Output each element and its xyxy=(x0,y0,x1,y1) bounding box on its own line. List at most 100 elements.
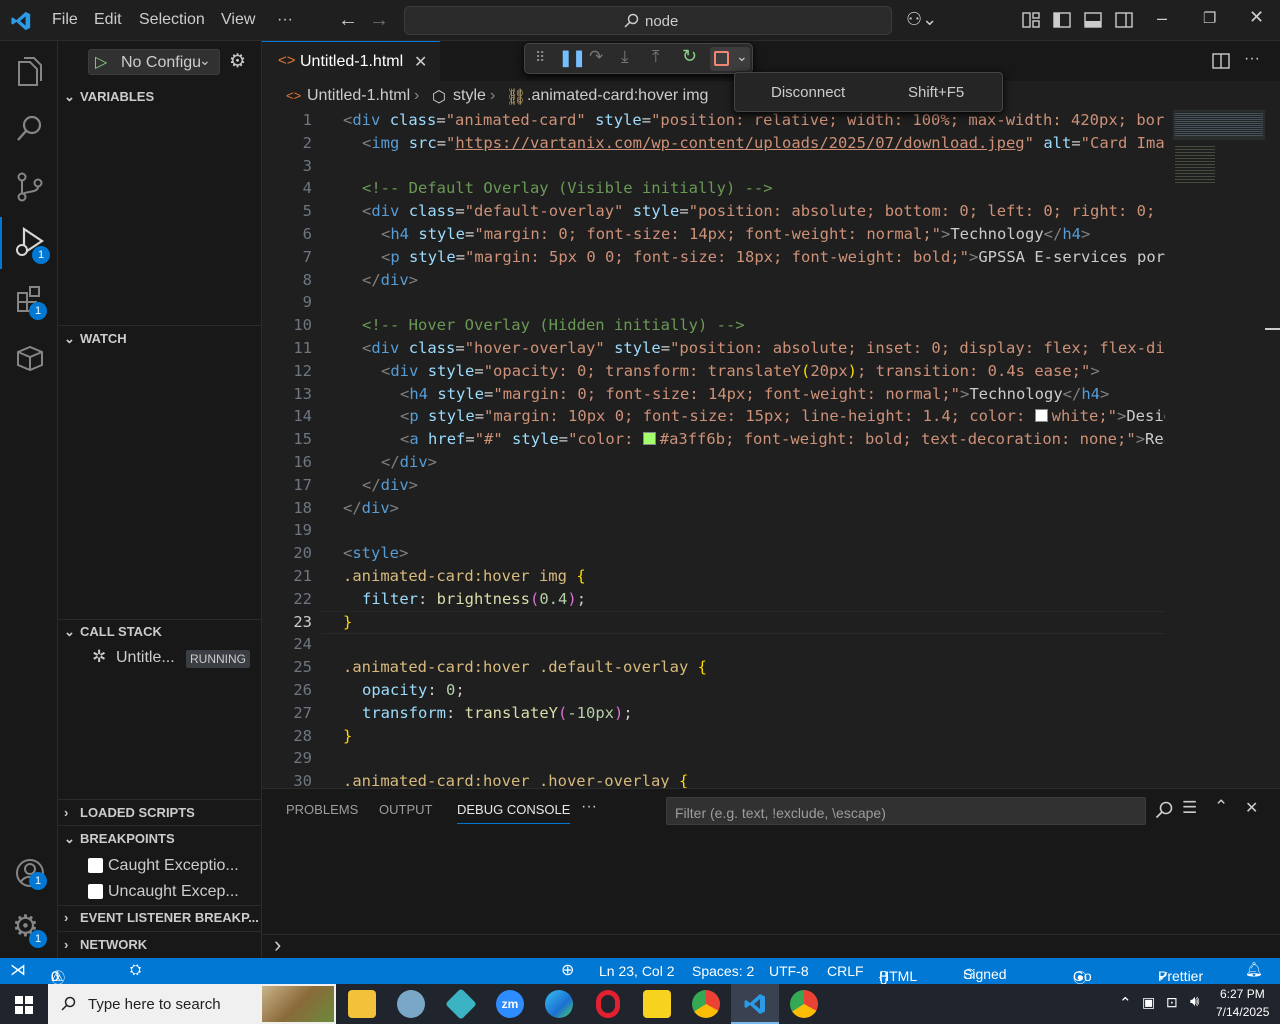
clear-console-icon[interactable]: ☰ xyxy=(1182,798,1197,818)
manage-gear-icon[interactable]: ⚙ 1 xyxy=(0,905,58,957)
start-debugging-icon[interactable]: ▷ xyxy=(95,52,107,72)
debug-sidebar: ▷ No Configu ⌄ ⚙ ⌄ VARIABLES ⌄ WATCH ⌄ CALL… xyxy=(58,41,262,958)
breadcrumb-selector[interactable]: .animated-card:hover img xyxy=(527,87,708,105)
restart-icon[interactable]: ↻ xyxy=(682,46,697,67)
run-debug-icon[interactable]: 1 xyxy=(0,217,58,269)
code-line-10: <!-- Hover Overlay (Hidden initially) --… xyxy=(362,316,745,334)
breakpoints-section-header[interactable]: ⌄ BREAKPOINTS xyxy=(64,831,175,847)
extensions-badge: 1 xyxy=(29,302,47,320)
accounts-icon[interactable]: 1 xyxy=(0,849,58,901)
network-icon[interactable]: ⊡ xyxy=(1166,994,1178,1011)
menu-edit[interactable]: Edit xyxy=(94,11,122,29)
close-tab-icon[interactable]: ✕ xyxy=(414,52,427,72)
zoom-app-icon[interactable]: zm xyxy=(496,990,524,1018)
split-editor-icon[interactable] xyxy=(1212,53,1230,69)
vscode-taskbar-button[interactable] xyxy=(731,984,779,1024)
variables-section-header[interactable]: ⌄ VARIABLES xyxy=(64,89,154,105)
drag-handle-icon[interactable]: ⠿ xyxy=(535,49,545,66)
code-editor[interactable]: 1 2 3 4 5 6 7 8 9 10 11 12 13 14 15 16 17 18 19 20 21 22 23 24 2… xyxy=(262,110,1165,788)
debug-console-filter-input[interactable]: Filter (e.g. text, !exclude, \escape) xyxy=(666,797,1146,825)
chrome-browser-icon[interactable] xyxy=(692,990,720,1018)
restore-icon[interactable]: ❐ xyxy=(1203,9,1216,27)
remote-explorer-icon[interactable] xyxy=(0,333,58,385)
debug-config-dropdown[interactable]: ▷ No Configu ⌄ xyxy=(88,49,220,75)
customize-layout-icon[interactable] xyxy=(1022,12,1040,28)
tab-output[interactable]: OUTPUT xyxy=(379,802,432,817)
disconnect-button[interactable]: ⌄ xyxy=(710,47,750,71)
more-actions-icon[interactable]: ··· xyxy=(1244,50,1260,68)
cursor-position[interactable]: Ln 23, Col 2 xyxy=(599,963,675,979)
color-swatch-green[interactable] xyxy=(642,432,656,445)
uncaught-exceptions-checkbox[interactable] xyxy=(88,884,103,899)
back-arrow-icon[interactable]: ← xyxy=(338,9,358,32)
menu-file[interactable]: File xyxy=(52,11,78,29)
watch-section-header[interactable]: ⌄ WATCH xyxy=(64,331,127,347)
step-over-icon[interactable]: ↷ xyxy=(589,47,603,67)
explorer-icon[interactable] xyxy=(0,45,58,97)
menu-more[interactable]: ··· xyxy=(277,11,293,29)
toggle-secondary-sidebar-icon[interactable] xyxy=(1115,12,1133,28)
toggle-panel-icon[interactable] xyxy=(1084,12,1102,28)
close-panel-icon[interactable]: ✕ xyxy=(1245,798,1258,818)
caught-exceptions-checkbox[interactable] xyxy=(88,858,103,873)
breadcrumb-file[interactable]: Untitled-1.html xyxy=(307,87,410,105)
breadcrumb-style[interactable]: style xyxy=(453,87,486,105)
chevron-up-icon[interactable]: ⌃ xyxy=(1119,994,1132,1012)
encoding[interactable]: UTF-8 xyxy=(769,963,809,979)
sticky-notes-icon[interactable] xyxy=(643,990,671,1018)
clock-date[interactable]: 7/14/2025 xyxy=(1216,1005,1269,1019)
windows-start-icon[interactable] xyxy=(15,996,33,1014)
tab-untitled-1[interactable]: <> Untitled-1.html ✕ xyxy=(262,41,440,81)
minimap-code xyxy=(1175,144,1215,184)
call-stack-section-header[interactable]: ⌄ CALL STACK xyxy=(64,624,162,640)
panel-more-icon[interactable]: ··· xyxy=(581,798,597,816)
search-icon[interactable] xyxy=(1155,801,1173,819)
notifications-bell-icon[interactable]: 🔔︎ xyxy=(1245,961,1263,978)
close-window-icon[interactable]: ✕ xyxy=(1249,7,1264,28)
disconnect-menu-item[interactable]: Disconnect xyxy=(771,84,845,101)
console-prompt[interactable]: › xyxy=(274,932,281,958)
app-icon-blue-gem[interactable] xyxy=(445,988,477,1020)
color-swatch-white[interactable] xyxy=(1034,409,1048,422)
copilot-icon[interactable]: ⚇⌄ xyxy=(906,9,937,30)
extensions-icon[interactable]: 1 xyxy=(0,275,58,327)
forward-arrow-icon[interactable]: → xyxy=(369,9,389,32)
minimize-icon[interactable]: – xyxy=(1157,8,1167,29)
remote-indicator-icon[interactable]: ⋊ xyxy=(10,960,26,980)
pause-icon[interactable]: ❚❚ xyxy=(559,48,586,68)
tab-debug-console[interactable]: DEBUG CONSOLE xyxy=(457,802,571,824)
menu-selection[interactable]: Selection xyxy=(139,11,205,29)
step-out-icon[interactable]: ⤒ xyxy=(652,47,660,67)
debug-settings-gear-icon[interactable]: ⚙ xyxy=(229,50,246,73)
event-listener-section-header[interactable]: › EVENT LISTENER BREAKP... xyxy=(64,910,259,925)
indentation[interactable]: Spaces: 2 xyxy=(692,963,754,979)
code-line-14: <p style="margin: 10px 0; font-size: 15p… xyxy=(400,407,1165,425)
menu-view[interactable]: View xyxy=(221,11,255,29)
command-center-search[interactable]: node xyxy=(404,6,892,35)
opera-browser-icon[interactable] xyxy=(596,990,620,1018)
clock-time[interactable]: 6:27 PM xyxy=(1220,987,1265,1001)
debug-status-icon[interactable]: ⛭ xyxy=(130,961,141,978)
maximize-panel-icon[interactable]: ⌃ xyxy=(1214,797,1228,817)
chevron-down-icon[interactable]: ⌄ xyxy=(736,48,748,65)
app-icon-paint[interactable] xyxy=(397,990,425,1018)
zoom-icon[interactable]: ⊕ xyxy=(561,960,574,980)
network-section-header[interactable]: › NETWORK xyxy=(64,937,147,952)
breakpoint-item-uncaught[interactable]: Uncaught Excep... xyxy=(88,882,258,904)
chrome-browser-icon-2[interactable] xyxy=(790,990,818,1018)
source-control-icon[interactable] xyxy=(0,161,58,213)
file-explorer-icon[interactable] xyxy=(348,990,376,1018)
end-of-line[interactable]: CRLF xyxy=(827,963,864,979)
search-view-icon[interactable] xyxy=(0,103,58,155)
toggle-primary-sidebar-icon[interactable] xyxy=(1053,12,1071,28)
tab-problems[interactable]: PROBLEMS xyxy=(286,802,358,817)
call-stack-item[interactable]: ✲ Untitle... RUNNING xyxy=(92,647,252,669)
step-into-icon[interactable]: ⤓ xyxy=(621,47,629,67)
volume-icon[interactable]: 🔊︎ xyxy=(1190,993,1199,1010)
tray-app-icon[interactable]: ▣ xyxy=(1142,994,1155,1011)
loaded-scripts-section-header[interactable]: › LOADED SCRIPTS xyxy=(64,805,195,820)
minimap[interactable] xyxy=(1165,110,1280,788)
breakpoint-item-caught[interactable]: Caught Exceptio... xyxy=(88,856,258,878)
edge-browser-icon[interactable] xyxy=(545,990,573,1018)
taskbar-search-box[interactable]: Type here to search xyxy=(48,984,336,1024)
